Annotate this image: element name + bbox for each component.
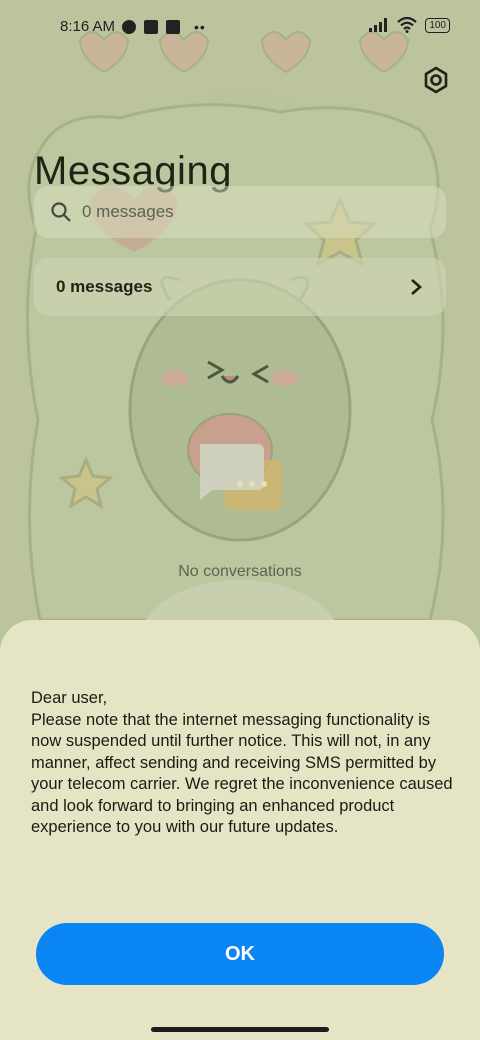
wifi-icon <box>397 17 418 33</box>
search-placeholder: 0 messages <box>82 202 174 221</box>
settings-icon[interactable] <box>420 64 452 96</box>
app-notification-icon <box>122 20 136 34</box>
notice-message: Dear user, Please note that the internet… <box>31 689 453 836</box>
notice-dialog: Dear user, Please note that the internet… <box>0 620 480 1040</box>
chat-bubble-icon <box>200 444 282 510</box>
home-indicator[interactable] <box>151 1027 329 1032</box>
chevron-right-icon <box>411 279 422 295</box>
messages-summary-row[interactable]: 0 messages <box>34 258 446 316</box>
battery-icon: 100 <box>425 17 450 33</box>
signal-icon <box>369 18 388 32</box>
upload-notification-icon <box>166 20 180 34</box>
status-bar: 8:16 AM •• 100 <box>0 0 480 56</box>
messages-count-label: 0 messages <box>56 277 153 296</box>
status-time: 8:16 AM <box>60 18 116 35</box>
empty-state-text: No conversations <box>178 563 302 580</box>
search-bar[interactable]: 0 messages <box>34 186 446 238</box>
app-notification-icon <box>144 20 158 34</box>
system-status: 100 <box>369 17 450 33</box>
notification-icons: •• <box>122 19 206 35</box>
ok-button[interactable]: OK <box>36 923 444 985</box>
more-notifications-icon: •• <box>194 19 206 35</box>
search-icon <box>51 202 71 222</box>
